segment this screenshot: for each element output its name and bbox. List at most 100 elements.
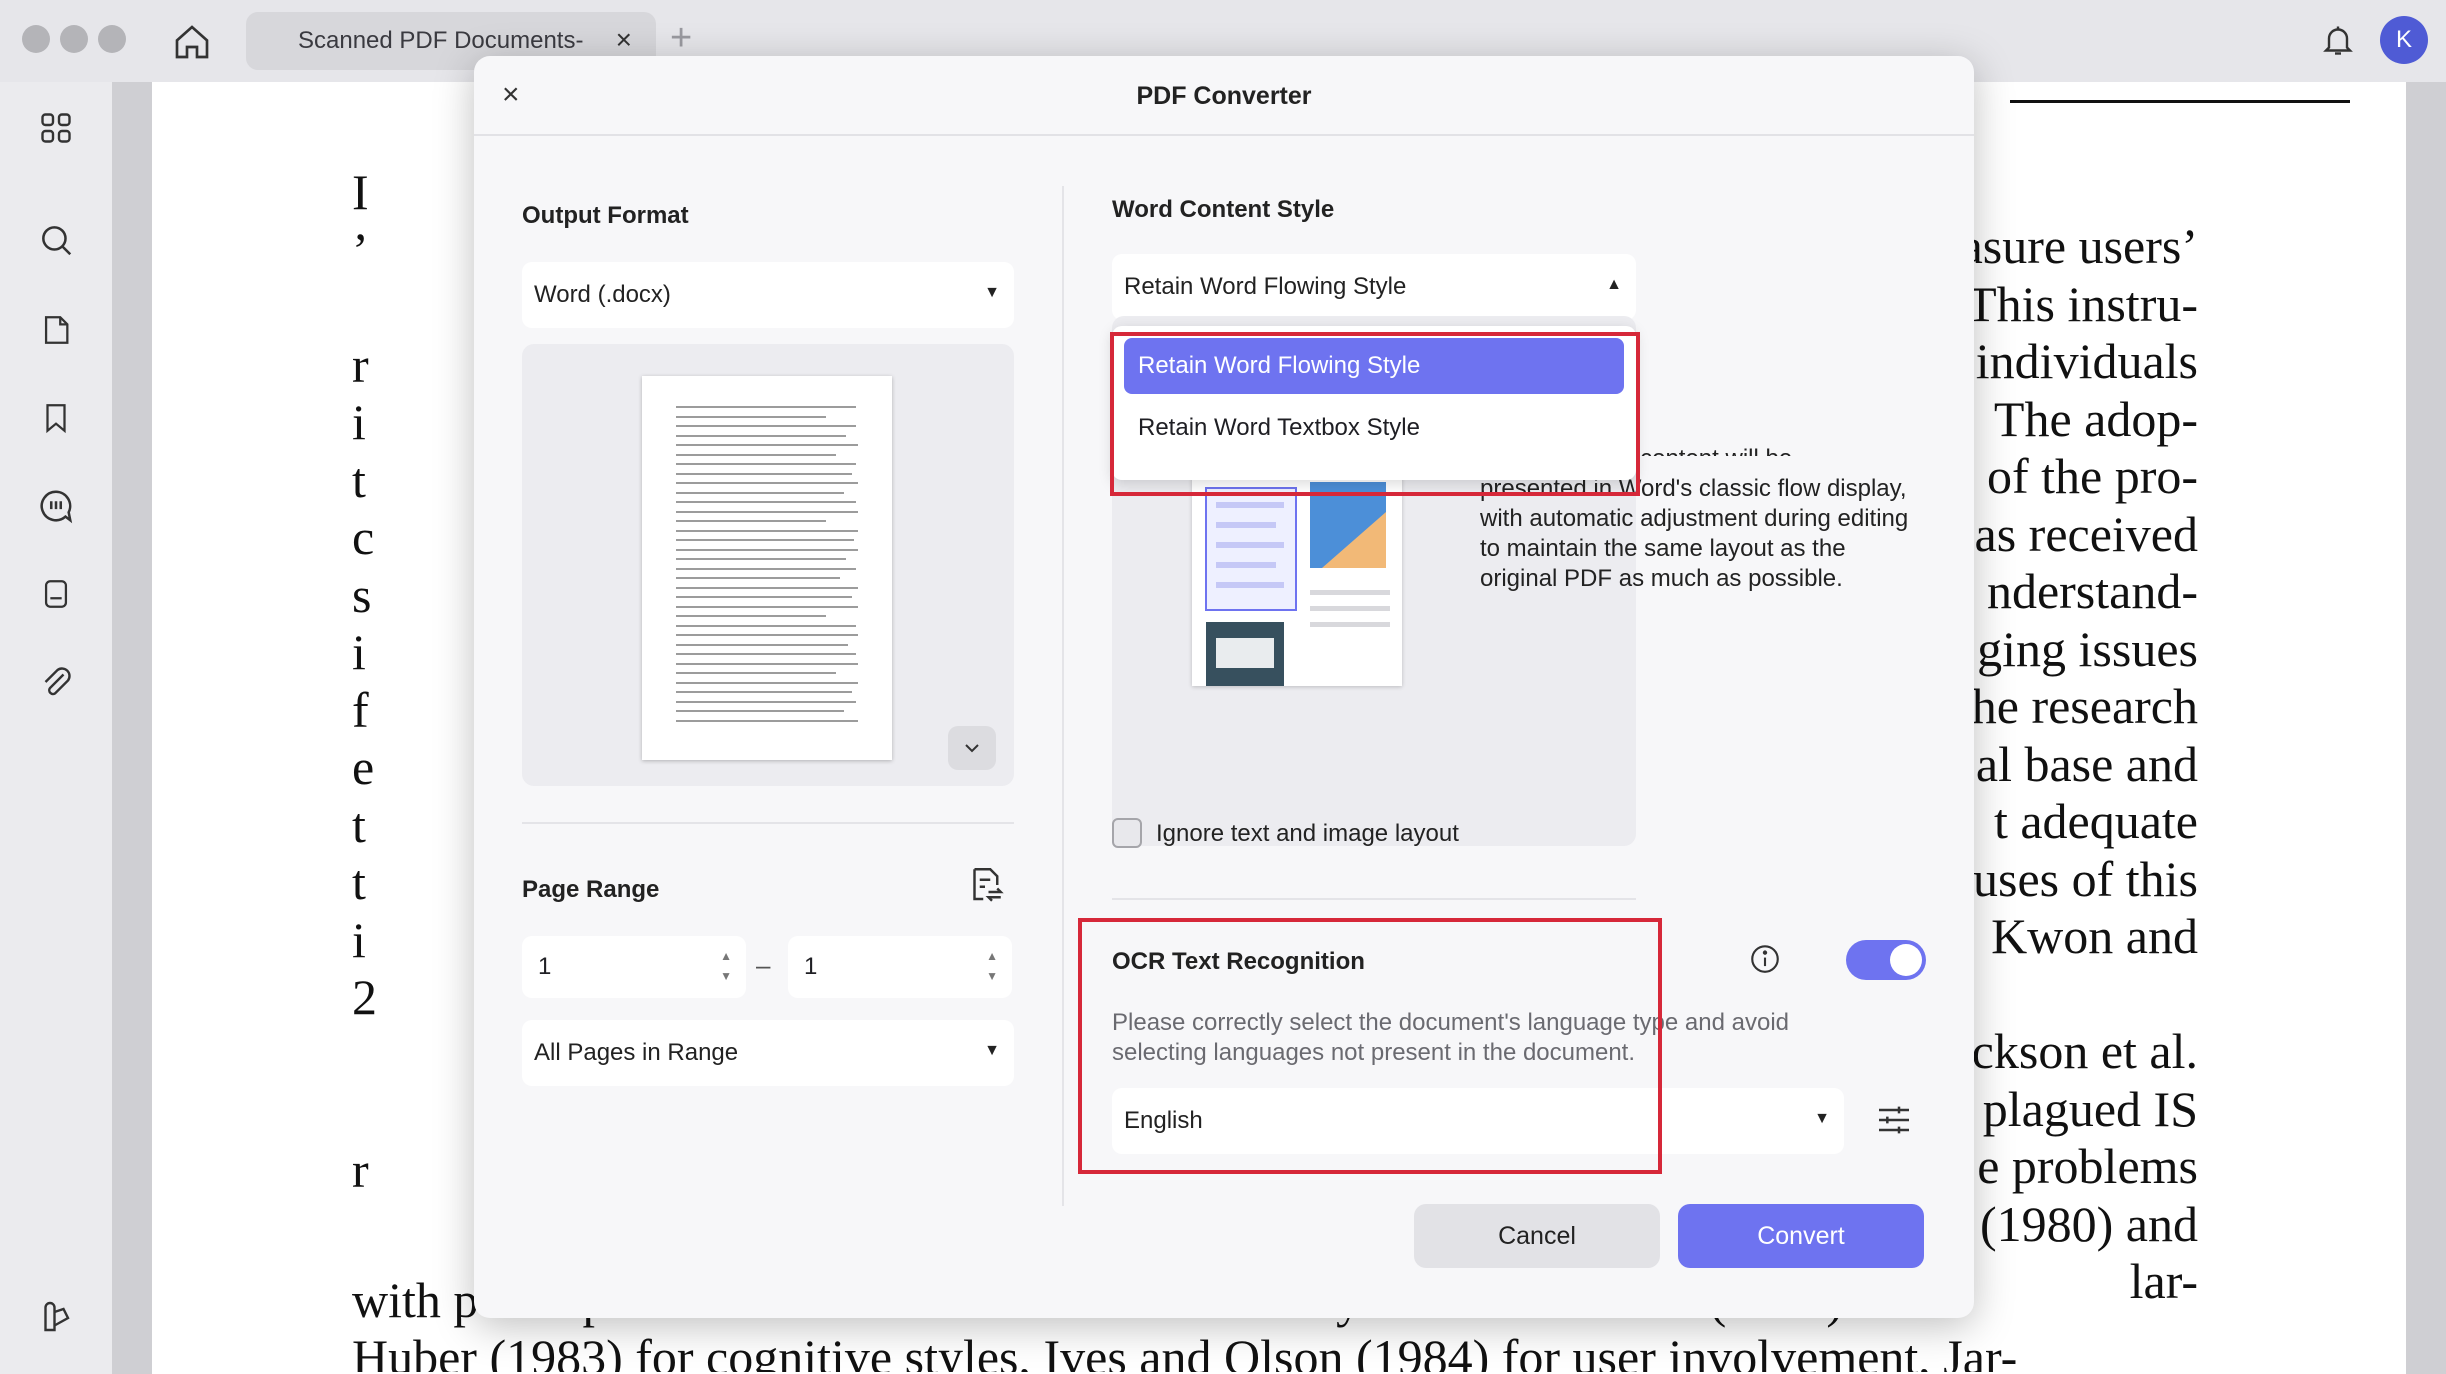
expand-preview-button[interactable] xyxy=(948,726,996,770)
document-line: t xyxy=(352,796,366,853)
thumbnail-text-line xyxy=(676,463,856,465)
stepper-arrows-icon[interactable]: ▲ ▼ xyxy=(986,946,998,986)
thumbnail-text-line xyxy=(676,415,826,418)
document-line: r xyxy=(352,336,369,393)
highlight-box xyxy=(1110,332,1640,496)
document-line: t xyxy=(352,451,366,508)
thumbnail-text-line xyxy=(676,482,858,484)
page-to-stepper[interactable]: 1 ▲ ▼ xyxy=(788,936,1012,998)
caret-up-icon: ▲ xyxy=(1606,276,1622,293)
comments-icon[interactable] xyxy=(32,482,80,530)
stamp-icon[interactable] xyxy=(32,570,80,618)
document-line: f xyxy=(352,681,369,738)
document-line: i xyxy=(352,911,366,968)
thumbnail-text-line xyxy=(676,425,856,427)
word-style-value: Retain Word Flowing Style xyxy=(1124,273,1407,300)
thumbnail-text-line xyxy=(676,586,858,589)
thumbnail-text-line xyxy=(676,624,856,627)
ocr-settings-icon[interactable] xyxy=(1874,1100,1914,1140)
document-line: r xyxy=(352,1141,369,1198)
search-icon[interactable] xyxy=(32,216,80,264)
range-dash: – xyxy=(756,950,771,980)
caret-down-icon: ▼ xyxy=(1814,1110,1830,1127)
page-range-swap-icon[interactable] xyxy=(964,864,1006,906)
page-thumbnail xyxy=(642,376,892,760)
header-rule xyxy=(2010,100,2350,103)
thumbnail-text-line xyxy=(676,691,852,693)
thumbnail-text-line xyxy=(676,577,840,579)
window-close-button[interactable] xyxy=(22,25,50,53)
document-line: e xyxy=(352,739,375,795)
dialog-header: × PDF Converter xyxy=(474,56,1974,136)
caret-down-icon: ▼ xyxy=(984,1042,1000,1059)
page-from-value: 1 xyxy=(538,953,552,980)
thumbnails-grid-icon[interactable] xyxy=(32,104,80,152)
document-line: c xyxy=(352,509,375,565)
info-icon[interactable] xyxy=(1748,942,1782,976)
thumbnail-text-line xyxy=(676,710,844,712)
ignore-layout-checkbox[interactable] xyxy=(1112,818,1142,848)
page-subset-value: All Pages in Range xyxy=(534,1039,739,1066)
theme-icon[interactable] xyxy=(32,1294,80,1342)
document-line: ’ xyxy=(352,221,369,278)
document-line: i xyxy=(352,394,366,450)
thumbnail-text-line xyxy=(676,510,858,513)
stepper-arrows-icon[interactable]: ▲ ▼ xyxy=(720,946,732,986)
thumbnail-text-line xyxy=(676,605,858,608)
document-line: I xyxy=(352,164,369,220)
document-line: s xyxy=(352,566,372,623)
convert-button[interactable]: Convert xyxy=(1678,1204,1924,1268)
thumbnail-text-line xyxy=(676,529,858,532)
tab-close-icon[interactable]: × xyxy=(616,26,632,54)
thumbnail-text-line xyxy=(676,491,844,494)
thumbnail-text-line xyxy=(676,444,858,446)
section-divider xyxy=(522,822,1014,824)
cancel-button[interactable]: Cancel xyxy=(1414,1204,1660,1268)
new-tab-icon[interactable]: + xyxy=(670,18,692,58)
pages-icon[interactable] xyxy=(32,306,80,354)
ocr-toggle[interactable] xyxy=(1846,940,1926,980)
thumbnail-text-line xyxy=(676,672,836,674)
word-style-select[interactable]: Retain Word Flowing Style ▲ xyxy=(1112,254,1636,320)
thumbnail-text-line xyxy=(676,615,826,617)
output-format-label: Output Format xyxy=(522,202,689,229)
user-avatar[interactable]: K xyxy=(2380,16,2428,64)
thumbnail-text-line xyxy=(676,472,852,475)
page-to-value: 1 xyxy=(804,953,818,980)
thumbnail-text-line xyxy=(676,453,836,456)
window-minimize-button[interactable] xyxy=(60,25,88,53)
thumbnail-text-line xyxy=(676,700,856,703)
page-subset-select[interactable]: All Pages in Range ▼ xyxy=(522,1020,1014,1086)
ignore-layout-label: Ignore text and image layout xyxy=(1156,820,1459,847)
section-divider xyxy=(1112,898,1636,900)
flowing-style-illustration xyxy=(1192,472,1402,686)
caret-down-icon: ▼ xyxy=(984,284,1000,301)
document-line: t xyxy=(352,854,366,910)
window-zoom-button[interactable] xyxy=(98,25,126,53)
bell-icon[interactable] xyxy=(2316,18,2360,62)
thumbnail-text-line xyxy=(676,558,846,560)
output-format-select[interactable]: Word (.docx) ▼ xyxy=(522,262,1014,328)
thumbnail-text-line xyxy=(676,434,846,437)
output-format-value: Word (.docx) xyxy=(534,281,671,308)
thumbnail-text-line xyxy=(676,596,852,598)
attachment-icon[interactable] xyxy=(32,658,80,706)
document-left-text: I’ ritcsifetti2 r xyxy=(352,164,382,1199)
page-from-stepper[interactable]: 1 ▲ ▼ xyxy=(522,936,746,998)
left-toolbar xyxy=(0,82,112,1374)
document-line: i xyxy=(352,624,366,680)
highlight-box xyxy=(1078,918,1662,1174)
thumbnail-text-line xyxy=(676,634,858,636)
thumbnail-text-line xyxy=(676,520,826,522)
thumbnail-text-line xyxy=(676,567,856,570)
bookmark-icon[interactable] xyxy=(32,394,80,442)
thumbnail-text-line xyxy=(676,406,856,408)
thumbnail-text-line xyxy=(676,681,858,684)
document-line: Huber (1983) for cognitive styles, Ives … xyxy=(352,1329,2018,1372)
home-icon[interactable] xyxy=(168,18,216,66)
column-divider xyxy=(1062,186,1064,1206)
thumbnail-text-line xyxy=(676,548,858,551)
